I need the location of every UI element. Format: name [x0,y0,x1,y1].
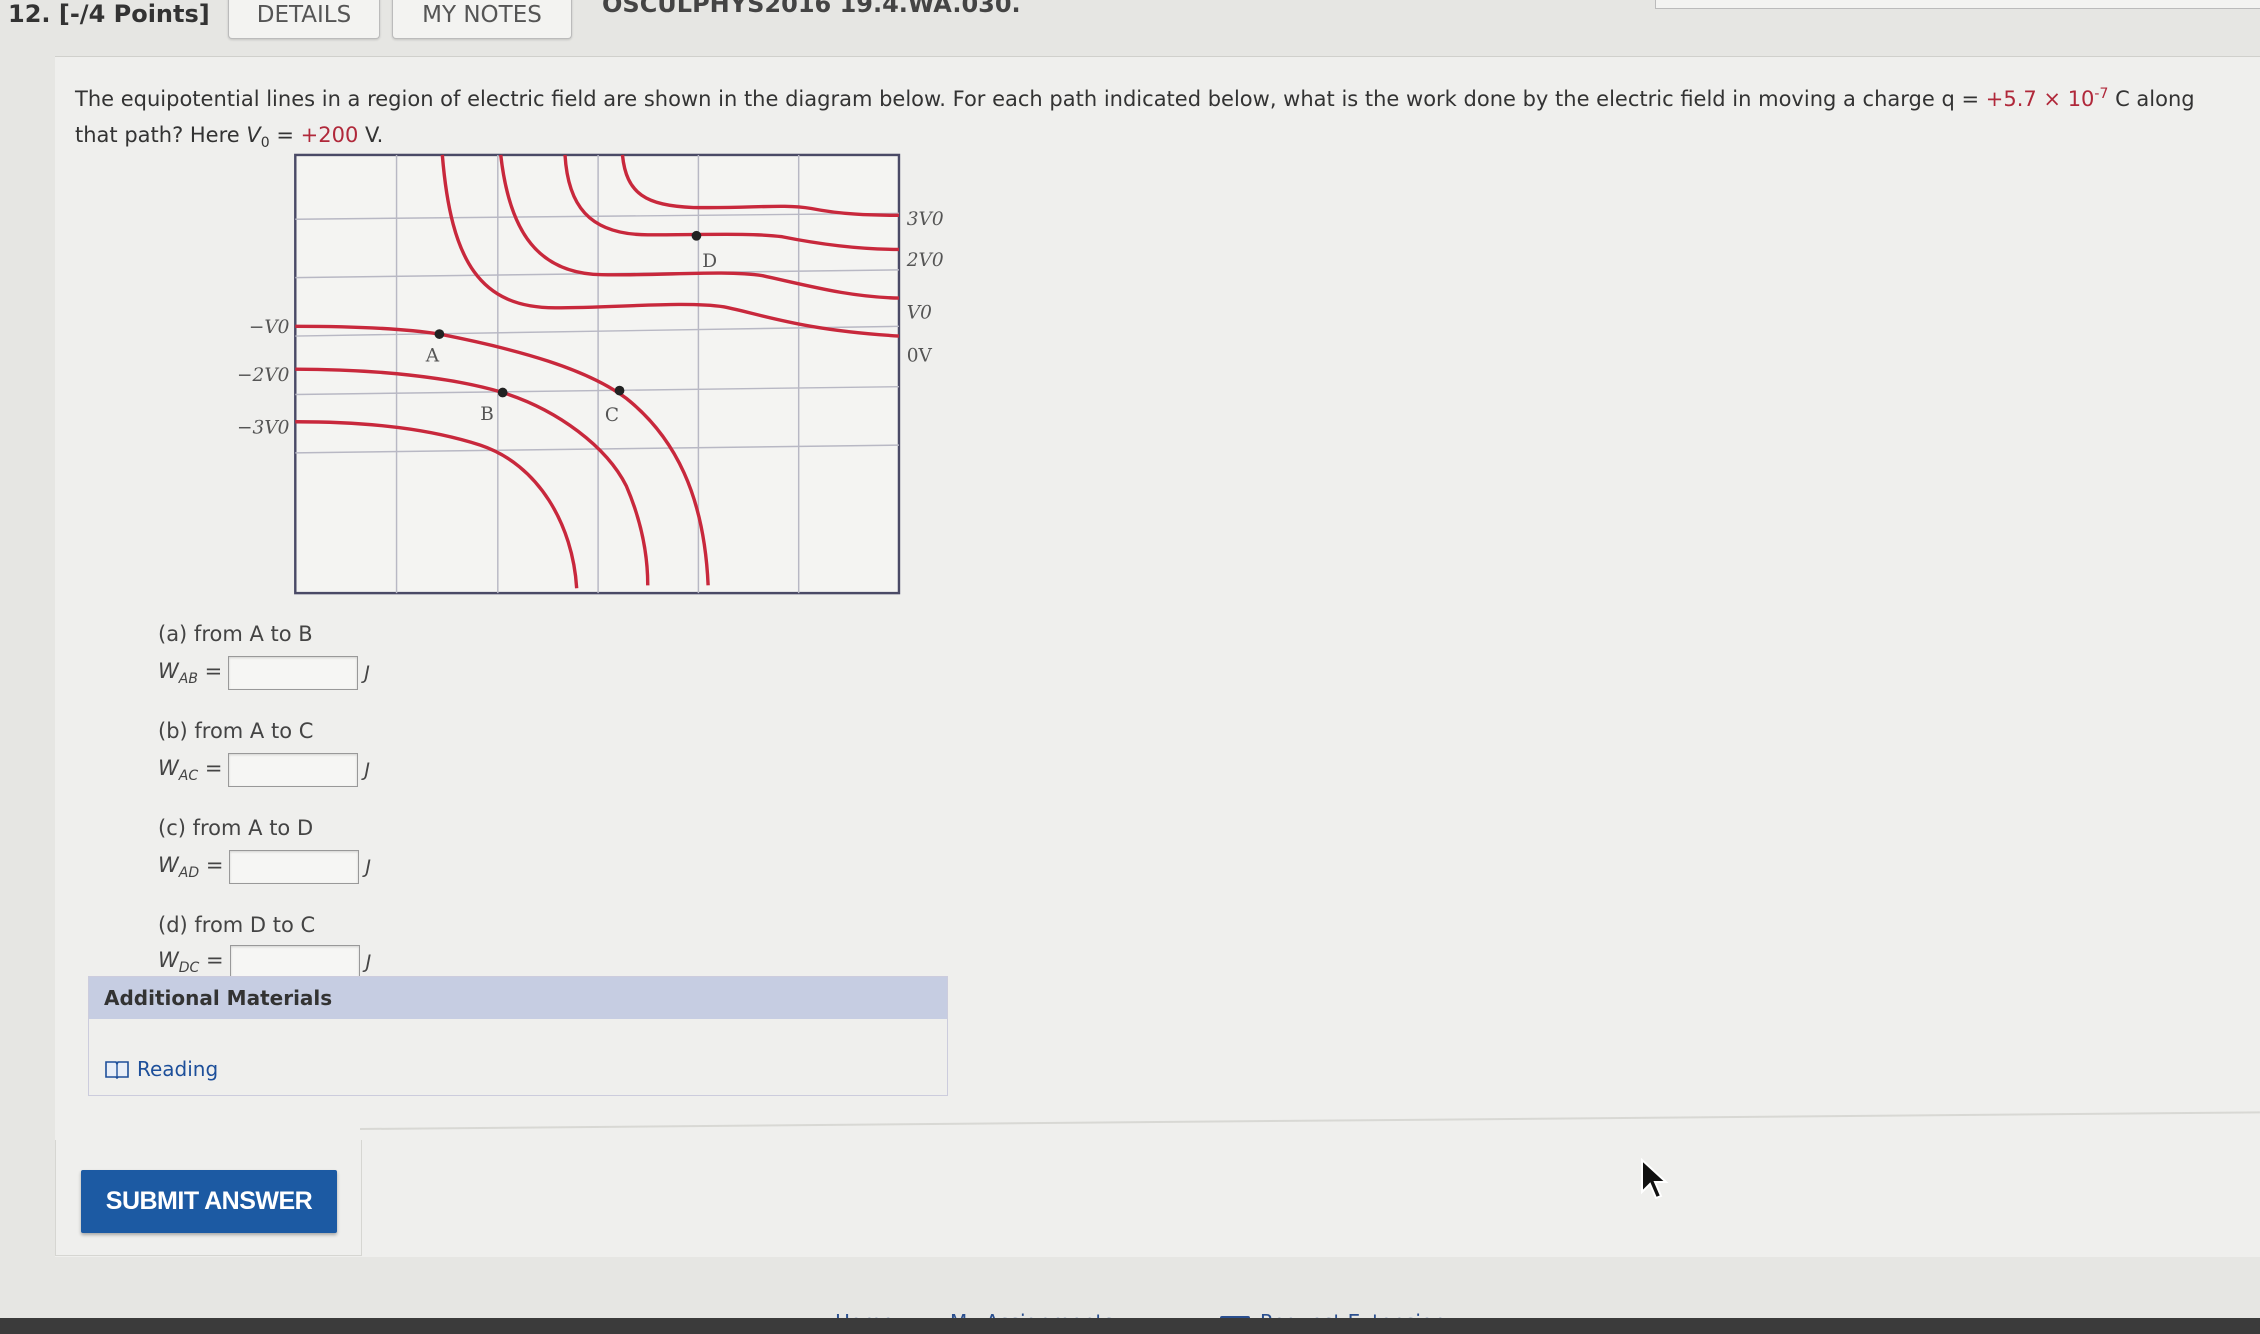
answer-input-wdc[interactable] [229,945,360,979]
point-b [497,387,508,398]
question-code: OSCULPHYS2016 19.4.WA.030. [602,0,1021,18]
unit-label: J [365,856,372,878]
part-c-answer-row: WAD = J [158,850,371,884]
point-c [614,385,625,396]
label-v0: V0 [907,303,932,324]
reading-link[interactable]: Reading [105,1057,218,1081]
question-header: 12. [-/4 Points] [8,0,210,28]
part-a-answer-row: WAB = J [158,656,370,690]
unit-label: J [365,951,372,973]
label-2v0: 2V0 [906,250,944,271]
point-label-b: B [480,404,494,425]
charge-value: +5.7 × 10 [1985,87,2095,111]
label-neg-3v0: −3V0 [237,417,290,438]
label-0v: 0V [907,345,933,366]
part-d-label: (d) from D to C [158,913,316,937]
submit-answer-button[interactable]: SUBMIT ANSWER [81,1170,337,1233]
point-label-d: D [702,251,717,272]
unit-label: J [364,662,370,684]
additional-materials-title: Additional Materials [89,977,947,1019]
label-neg-v0: −V0 [249,317,290,338]
answer-input-wad[interactable] [229,850,360,884]
answer-input-wac[interactable] [228,753,359,787]
tab-details[interactable]: DETAILS [228,0,380,39]
additional-materials: Additional Materials Reading [88,976,948,1096]
point-label-c: C [605,405,619,426]
v0-value: +200 [300,123,359,147]
footer-bar [0,1318,2260,1334]
point-d [691,230,702,241]
point-label-a: A [425,345,440,366]
unit-label: J [364,759,371,781]
point-a [434,329,445,339]
label-neg-2v0: −2V0 [237,365,290,386]
label-3v0: 3V0 [907,209,944,230]
part-b-answer-row: WAC = J [158,753,370,787]
answer-input-wab[interactable] [228,656,359,690]
book-icon [105,1061,129,1079]
part-a-label: (a) from A to B [158,622,313,646]
question-points: [-/4 Points] [58,0,210,28]
part-c-label: (c) from A to D [158,816,314,840]
mouse-cursor-icon [1641,1158,1669,1200]
part-b-label: (b) from A to C [158,719,314,743]
question-number: 12. [8,0,51,28]
tab-my-notes[interactable]: MY NOTES [392,0,572,39]
equipotential-diagram: A B C D −V0 −2V0 −3V0 3V0 2V0 V0 0V [237,153,944,595]
header-right-tab [1655,0,2260,9]
part-d-answer-row: WDC = J [158,945,371,979]
